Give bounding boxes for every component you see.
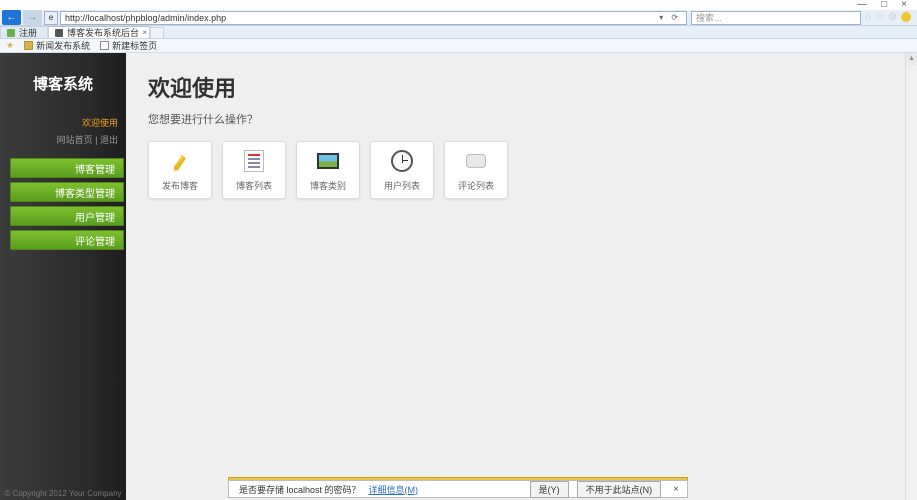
bubble-icon bbox=[464, 149, 488, 173]
back-button[interactable]: ← bbox=[2, 10, 21, 25]
sidebar-item-comment-manage[interactable]: 评论管理 bbox=[10, 230, 124, 250]
page-title: 欢迎使用 bbox=[148, 71, 895, 103]
smiley-icon[interactable] bbox=[901, 12, 911, 22]
scroll-up-icon[interactable]: ▴ bbox=[906, 53, 917, 65]
bookmarks-bar: ★ 新闻发布系统 新建标签页 bbox=[0, 39, 917, 53]
picture-icon bbox=[316, 149, 340, 173]
sidebar-item-blog-type[interactable]: 博客类型管理 bbox=[10, 182, 124, 202]
browser-tabs: 注册 博客发布系统后台 × bbox=[0, 26, 917, 39]
new-tab-button[interactable] bbox=[150, 27, 164, 38]
tile-label: 评论列表 bbox=[458, 179, 494, 192]
sidebar-menu: 博客管理 博客类型管理 用户管理 评论管理 bbox=[0, 158, 126, 250]
copyright-text: © Copyright 2012 Your Company bbox=[0, 489, 126, 500]
maximize-button[interactable]: □ bbox=[881, 0, 887, 10]
breadcrumb-welcome: 欢迎使用 bbox=[0, 116, 126, 133]
tab-label: 注册 bbox=[19, 26, 37, 39]
window-controls: — □ × bbox=[0, 0, 917, 10]
bookmark-label: 新建标签页 bbox=[112, 39, 157, 52]
tile-publish-blog[interactable]: 发布博客 bbox=[148, 141, 212, 199]
sidebar-item-user-manage[interactable]: 用户管理 bbox=[10, 206, 124, 226]
tab-favicon-icon bbox=[7, 29, 15, 37]
forward-button[interactable]: → bbox=[23, 10, 42, 25]
breadcrumb-links[interactable]: 网站首页 | 退出 bbox=[0, 133, 126, 150]
search-box[interactable]: 搜索... bbox=[691, 11, 861, 25]
tile-row: 发布博客 博客列表 博客类别 用户列表 评论列表 bbox=[148, 141, 895, 199]
notify-message: 是否要存储 localhost 的密码？ bbox=[239, 483, 361, 496]
address-bar[interactable]: http://localhost/phpblog/admin/index.php… bbox=[60, 11, 687, 25]
notify-close-icon[interactable]: × bbox=[669, 484, 683, 495]
sidebar-item-label: 博客管理 bbox=[75, 161, 115, 176]
tab-admin-active[interactable]: 博客发布系统后台 × bbox=[48, 26, 150, 38]
bookmarks-star-icon[interactable]: ★ bbox=[6, 40, 14, 51]
notify-details-link[interactable]: 详细信息(M) bbox=[369, 483, 419, 496]
close-window-button[interactable]: × bbox=[901, 0, 907, 10]
sidebar-item-label: 评论管理 bbox=[75, 233, 115, 248]
page-subtitle: 您想要进行什么操作？ bbox=[148, 111, 895, 127]
favorite-icon[interactable]: ☆ bbox=[875, 12, 884, 23]
main-panel: 欢迎使用 您想要进行什么操作？ 发布博客 博客列表 博客类别 用户列表 评论列表 bbox=[126, 53, 917, 500]
bookmark-item[interactable]: 新建标签页 bbox=[100, 39, 157, 52]
vertical-scrollbar[interactable]: ▴ bbox=[905, 53, 917, 500]
url-dropdown-icon[interactable]: ▾ bbox=[655, 13, 667, 22]
bookmark-item[interactable]: 新闻发布系统 bbox=[24, 39, 90, 52]
notify-yes-button[interactable]: 是(Y) bbox=[530, 481, 569, 498]
toolbar-right-icons: ⌂ ☆ ⚙ bbox=[865, 12, 917, 23]
tab-label: 博客发布系统后台 bbox=[67, 26, 139, 39]
password-save-prompt: 是否要存储 localhost 的密码？ 详细信息(M) 是(Y) 不用于此站点… bbox=[228, 477, 688, 498]
address-text: http://localhost/phpblog/admin/index.php bbox=[65, 13, 226, 23]
sidebar-item-label: 用户管理 bbox=[75, 209, 115, 224]
settings-icon[interactable]: ⚙ bbox=[888, 12, 897, 23]
bookmark-label: 新闻发布系统 bbox=[36, 39, 90, 52]
tile-user-list[interactable]: 用户列表 bbox=[370, 141, 434, 199]
tile-label: 发布博客 bbox=[162, 179, 198, 192]
tile-blog-category[interactable]: 博客类别 bbox=[296, 141, 360, 199]
minimize-button[interactable]: — bbox=[857, 0, 867, 10]
tile-comment-list[interactable]: 评论列表 bbox=[444, 141, 508, 199]
pen-icon bbox=[168, 149, 192, 173]
note-icon bbox=[242, 149, 266, 173]
page-favicon: e bbox=[44, 11, 58, 25]
tile-label: 用户列表 bbox=[384, 179, 420, 192]
refresh-button[interactable]: ⟳ bbox=[667, 13, 682, 22]
tab-favicon-icon bbox=[55, 29, 63, 37]
sidebar-item-blog-manage[interactable]: 博客管理 bbox=[10, 158, 124, 178]
home-icon[interactable]: ⌂ bbox=[865, 12, 871, 23]
search-placeholder: 搜索... bbox=[696, 11, 722, 24]
page-icon bbox=[100, 41, 109, 50]
tile-label: 博客类别 bbox=[310, 179, 346, 192]
clock-icon bbox=[390, 149, 414, 173]
tab-register[interactable]: 注册 bbox=[0, 26, 48, 38]
sidebar: 博客系统 欢迎使用 网站首页 | 退出 博客管理 博客类型管理 用户管理 评论管… bbox=[0, 53, 126, 500]
browser-toolbar: ← → e http://localhost/phpblog/admin/ind… bbox=[0, 10, 917, 26]
folder-icon bbox=[24, 41, 33, 50]
sidebar-item-label: 博客类型管理 bbox=[55, 185, 115, 200]
tile-blog-list[interactable]: 博客列表 bbox=[222, 141, 286, 199]
tab-close-icon[interactable]: × bbox=[142, 28, 147, 37]
logo-title: 博客系统 bbox=[0, 53, 126, 116]
page-content: 博客系统 欢迎使用 网站首页 | 退出 博客管理 博客类型管理 用户管理 评论管… bbox=[0, 53, 917, 500]
notify-no-button[interactable]: 不用于此站点(N) bbox=[577, 481, 662, 498]
tile-label: 博客列表 bbox=[236, 179, 272, 192]
